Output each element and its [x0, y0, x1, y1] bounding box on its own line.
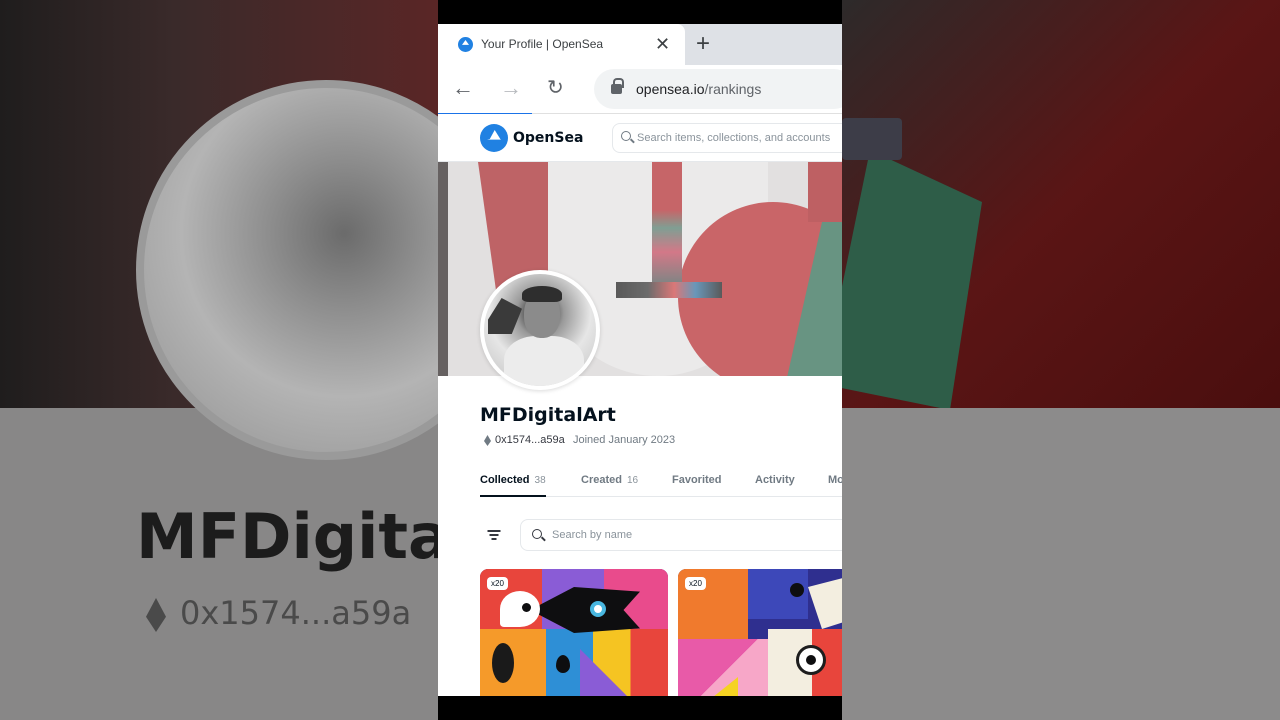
opensea-favicon-icon	[458, 37, 473, 52]
nft-card[interactable]: x20	[480, 569, 668, 696]
search-icon	[532, 529, 542, 539]
quantity-badge: x20	[487, 577, 508, 590]
art-shape	[492, 643, 514, 683]
tab-created[interactable]: Created 16	[581, 474, 638, 486]
url-path: /rankings	[704, 81, 762, 97]
opensea-logo-icon[interactable]	[480, 124, 508, 152]
art-shape	[678, 639, 768, 696]
tab-label: Favorited	[672, 474, 722, 486]
backdrop-panel-right	[842, 408, 1280, 720]
back-arrow-icon[interactable]: ←	[452, 76, 474, 100]
art-shape	[556, 655, 570, 673]
tab-activity[interactable]: Activity	[755, 474, 795, 486]
tab-count: 16	[626, 475, 639, 486]
opensea-brand[interactable]: OpenSea	[513, 130, 583, 146]
browser-screen: Your Profile | OpenSea ✕ + ← → ↻ opensea…	[438, 24, 842, 696]
joined-date: Joined January 2023	[573, 434, 676, 446]
phone-frame: Your Profile | OpenSea ✕ + ← → ↻ opensea…	[438, 0, 842, 720]
nft-image	[480, 569, 668, 696]
left-backdrop: MFDigitalA 0x1574...a59a	[0, 0, 438, 720]
backdrop-name: MFDigitalA	[136, 500, 438, 573]
lock-icon[interactable]	[611, 78, 624, 94]
art-shape	[590, 601, 606, 617]
tab-label: Created	[581, 474, 622, 486]
profile-tabs: Collected 38 Created 16 Favorited Activity…	[480, 464, 842, 497]
art-shape	[522, 603, 531, 612]
art-shape	[790, 583, 804, 597]
tab-bar: Your Profile | OpenSea ✕ +	[438, 24, 842, 65]
item-search-placeholder: Search by name	[552, 529, 633, 541]
wallet-address[interactable]: 0x1574...a59a	[495, 434, 565, 446]
art-shape	[808, 569, 842, 629]
global-search-placeholder: Search items, collections, and accounts	[637, 132, 831, 144]
url-text[interactable]: opensea.io/rankings	[636, 81, 761, 97]
tab-title: Your Profile | OpenSea	[481, 37, 604, 51]
avatar-detail	[488, 298, 522, 334]
global-search-input[interactable]: Search items, collections, and accounts	[612, 123, 842, 153]
avatar-detail	[522, 286, 562, 302]
tab-collected[interactable]: Collected 38	[480, 474, 546, 497]
quantity-badge: x20	[685, 577, 706, 590]
search-icon	[621, 131, 631, 141]
backdrop-search	[842, 118, 902, 160]
backdrop-address: 0x1574...a59a	[180, 594, 412, 632]
ethereum-icon	[484, 435, 491, 446]
tab-favorited[interactable]: Favorited	[672, 474, 722, 486]
tab-label: Activity	[755, 474, 795, 486]
profile-name: MFDigitalArt	[480, 404, 616, 426]
tab-more[interactable]: Mo	[828, 474, 842, 486]
opensea-header: OpenSea Search items, collections, and a…	[438, 114, 842, 162]
forward-arrow-icon[interactable]: →	[500, 76, 522, 100]
item-search-input[interactable]: Search by name	[520, 519, 842, 551]
tab-label: Mo	[828, 474, 842, 486]
tab-count: 38	[534, 475, 546, 486]
right-backdrop	[842, 0, 1280, 720]
browser-tab[interactable]: Your Profile | OpenSea ✕	[438, 24, 685, 65]
avatar-detail	[504, 336, 584, 386]
browser-toolbar: ← → ↻ opensea.io/rankings	[438, 65, 842, 113]
nft-card[interactable]: x20	[678, 569, 842, 696]
url-host: opensea.io	[636, 81, 705, 97]
tab-label: Collected	[480, 474, 530, 486]
filter-icon[interactable]	[484, 527, 504, 543]
address-bar[interactable]: opensea.io/rankings	[594, 69, 842, 109]
reload-icon[interactable]: ↻	[547, 76, 564, 100]
art-shape	[806, 655, 816, 665]
new-tab-icon[interactable]: +	[696, 31, 710, 57]
close-icon[interactable]: ✕	[655, 34, 670, 54]
avatar-image	[484, 274, 596, 386]
avatar[interactable]	[480, 270, 600, 390]
art-shape	[500, 591, 540, 627]
